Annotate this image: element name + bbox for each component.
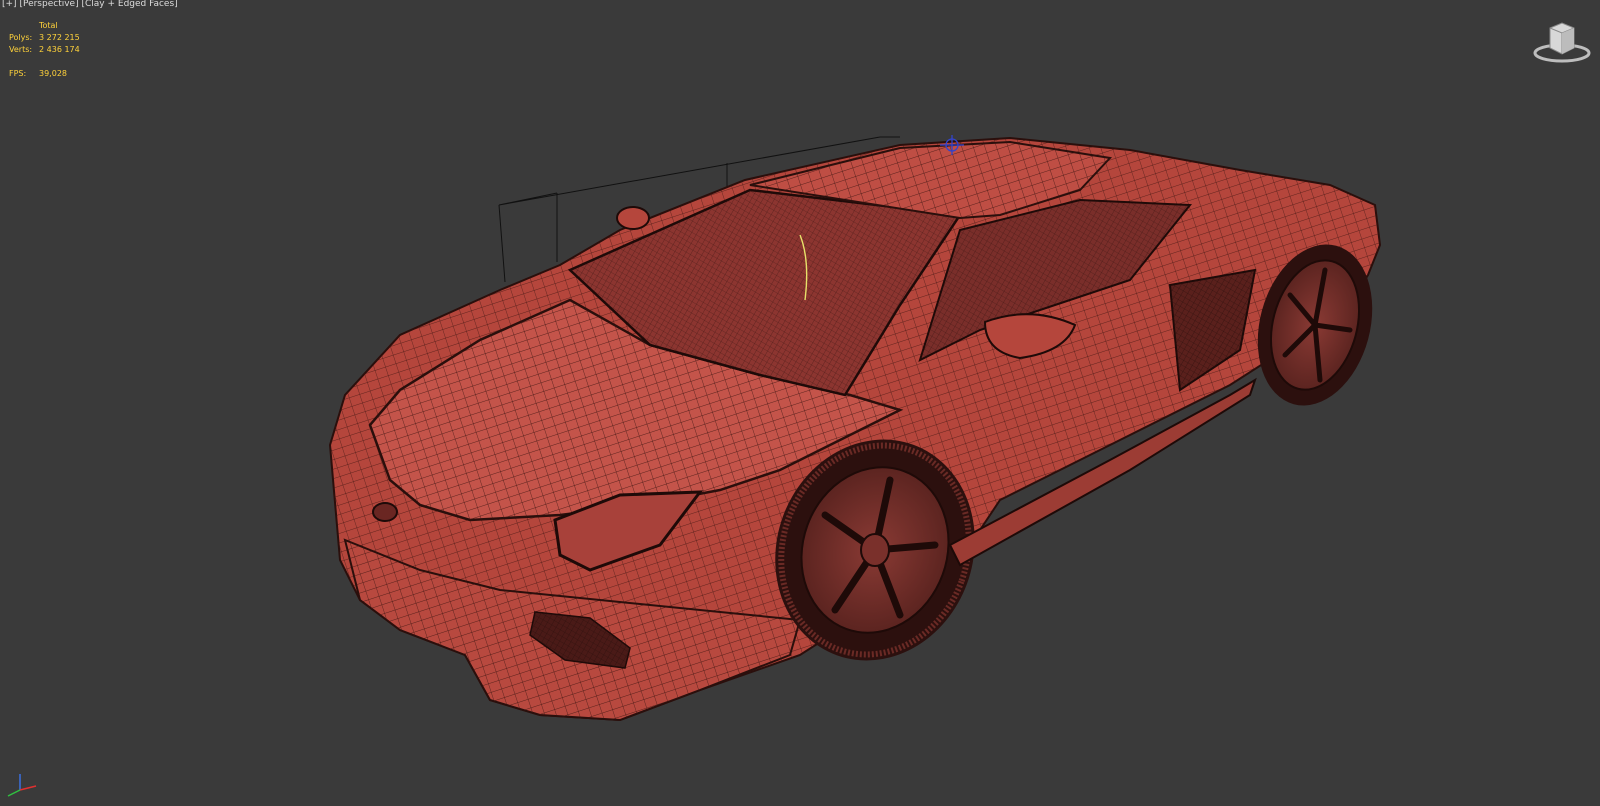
axis-tripod-icon bbox=[7, 774, 37, 797]
perspective-viewport[interactable]: [+] [Perspective] [Clay + Edged Faces] T… bbox=[0, 0, 1600, 806]
viewcube-icon[interactable] bbox=[1532, 18, 1592, 66]
car-model-render[interactable] bbox=[0, 0, 1600, 806]
